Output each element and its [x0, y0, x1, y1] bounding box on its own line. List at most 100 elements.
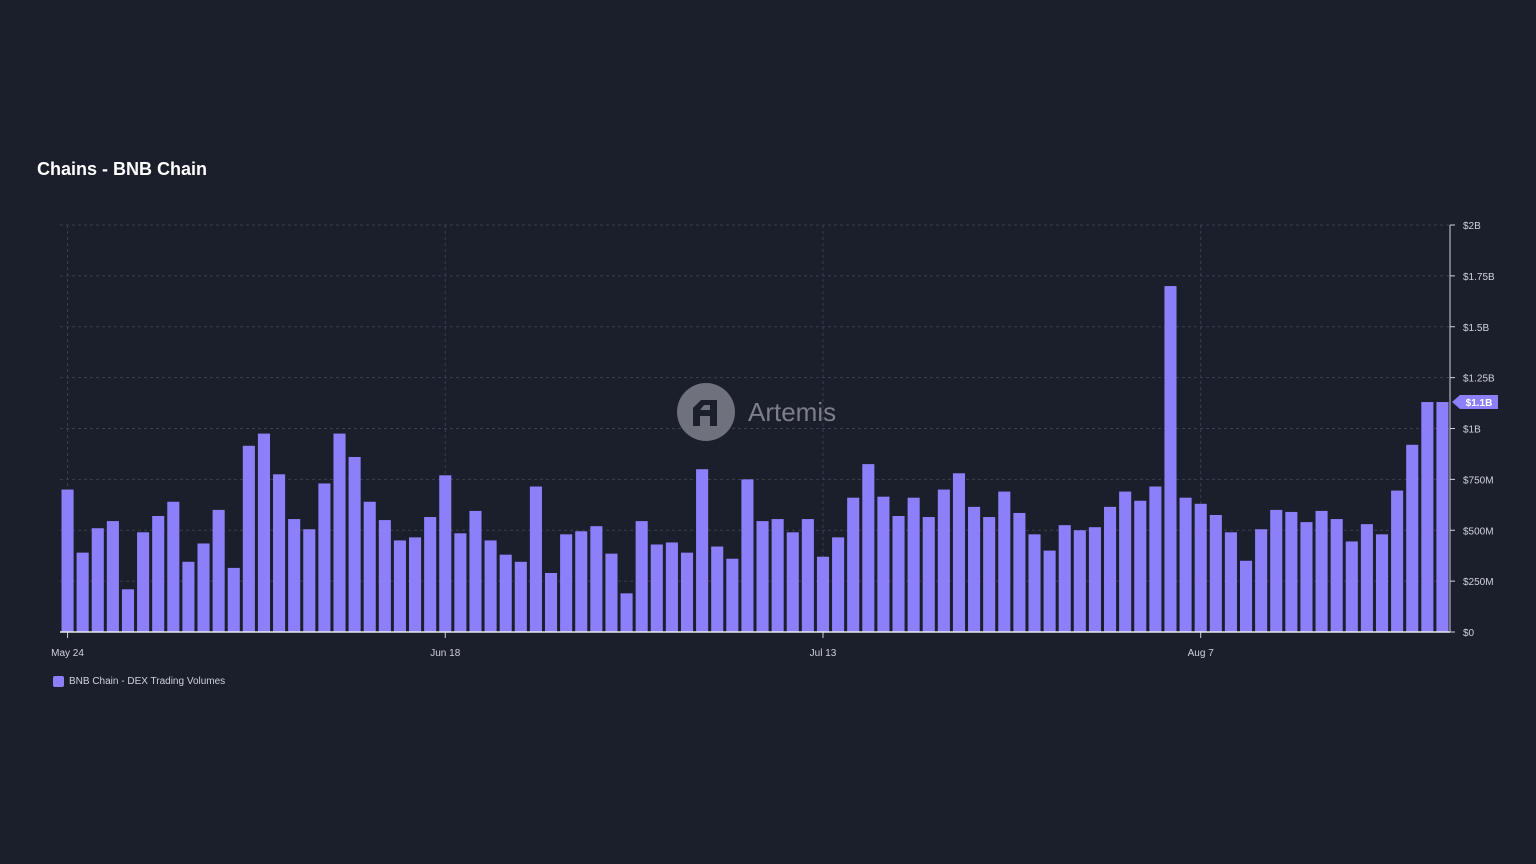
- bar: [620, 593, 633, 632]
- y-tick-label: $1.75B: [1463, 272, 1495, 283]
- bar: [771, 519, 784, 632]
- x-tick-label: Jun 18: [430, 648, 460, 659]
- bar: [786, 532, 799, 632]
- bar: [1345, 541, 1358, 632]
- bar: [454, 533, 467, 632]
- bar: [1300, 522, 1313, 632]
- bar: [348, 456, 361, 632]
- y-tick-label: $500M: [1463, 526, 1494, 537]
- bar: [741, 479, 754, 632]
- bar: [106, 521, 119, 632]
- bar: [1360, 524, 1373, 632]
- bar: [1436, 402, 1449, 632]
- bar: [983, 517, 996, 632]
- bar: [182, 561, 195, 632]
- bar: [152, 516, 165, 632]
- bar: [1119, 491, 1132, 632]
- bar: [167, 501, 180, 632]
- bar: [484, 540, 497, 632]
- bar: [1209, 514, 1222, 632]
- bar: [318, 483, 331, 632]
- bar: [847, 497, 860, 632]
- bar: [892, 516, 905, 632]
- bar: [61, 489, 74, 632]
- bar: [1134, 500, 1147, 632]
- bar: [1088, 527, 1101, 632]
- bar: [514, 561, 527, 632]
- bar: [680, 552, 694, 632]
- bar: [424, 517, 437, 632]
- bar: [499, 554, 512, 632]
- watermark: Artemis: [677, 383, 836, 441]
- bar: [1270, 509, 1283, 632]
- bar: [696, 469, 709, 632]
- bar: [137, 532, 150, 632]
- bar: [227, 567, 240, 632]
- bar: [91, 528, 104, 632]
- bar-series: [61, 286, 1449, 632]
- bar: [1164, 286, 1177, 632]
- bar: [1330, 519, 1343, 632]
- bar: [922, 517, 935, 632]
- bar: [76, 552, 89, 632]
- bar: [197, 543, 210, 632]
- bar: [212, 509, 225, 632]
- y-tick-label: $1B: [1463, 425, 1481, 436]
- bar: [1043, 550, 1056, 632]
- bar: [952, 473, 966, 632]
- bar: [665, 542, 678, 632]
- legend-label: BNB Chain - DEX Trading Volumes: [69, 676, 226, 687]
- y-tick-label: $250M: [1463, 577, 1494, 588]
- bar-chart: Artemis $0 $250M $500M $750M $1B $1.25B $1.5B $…: [51, 221, 1498, 659]
- bar: [635, 521, 648, 632]
- bar: [469, 510, 482, 632]
- y-tick-label: $750M: [1463, 475, 1494, 486]
- bar: [1028, 534, 1041, 632]
- bar: [333, 433, 346, 632]
- bar: [1239, 560, 1253, 632]
- legend-swatch: [53, 676, 64, 687]
- bar: [1421, 402, 1434, 632]
- bar: [560, 534, 573, 632]
- bar: [590, 526, 603, 632]
- bar: [862, 464, 875, 632]
- bar: [1315, 510, 1328, 632]
- bar: [575, 531, 588, 632]
- bar: [1013, 512, 1026, 632]
- bar: [832, 537, 845, 632]
- bar: [378, 520, 391, 632]
- legend[interactable]: BNB Chain - DEX Trading Volumes: [53, 676, 225, 687]
- bar: [711, 546, 724, 632]
- y-tick-label: $0: [1463, 628, 1475, 639]
- bar: [816, 556, 830, 632]
- bar: [1194, 503, 1207, 632]
- x-tick-label: Aug 7: [1188, 648, 1215, 659]
- last-value-label: $1.1B: [1466, 398, 1493, 409]
- bar: [937, 489, 950, 632]
- bar: [121, 589, 135, 632]
- bar: [968, 506, 981, 632]
- bar: [273, 474, 286, 632]
- bar: [650, 544, 663, 632]
- bar: [1375, 534, 1389, 632]
- bar: [877, 496, 890, 632]
- bar: [409, 537, 422, 632]
- bar: [1406, 444, 1419, 632]
- bar: [998, 491, 1011, 632]
- bar: [1149, 486, 1162, 632]
- bar: [257, 433, 271, 632]
- bar: [756, 521, 769, 632]
- bar: [801, 519, 814, 632]
- bar: [544, 572, 558, 632]
- bar: [288, 519, 301, 632]
- bar: [726, 558, 739, 632]
- bar: [1255, 529, 1268, 632]
- bar: [242, 445, 255, 632]
- bar: [1104, 506, 1117, 632]
- bar: [1285, 511, 1298, 632]
- bar: [907, 497, 920, 632]
- bar: [1391, 490, 1404, 632]
- bar: [1224, 532, 1237, 632]
- bar: [393, 540, 406, 632]
- watermark-text: Artemis: [748, 397, 836, 427]
